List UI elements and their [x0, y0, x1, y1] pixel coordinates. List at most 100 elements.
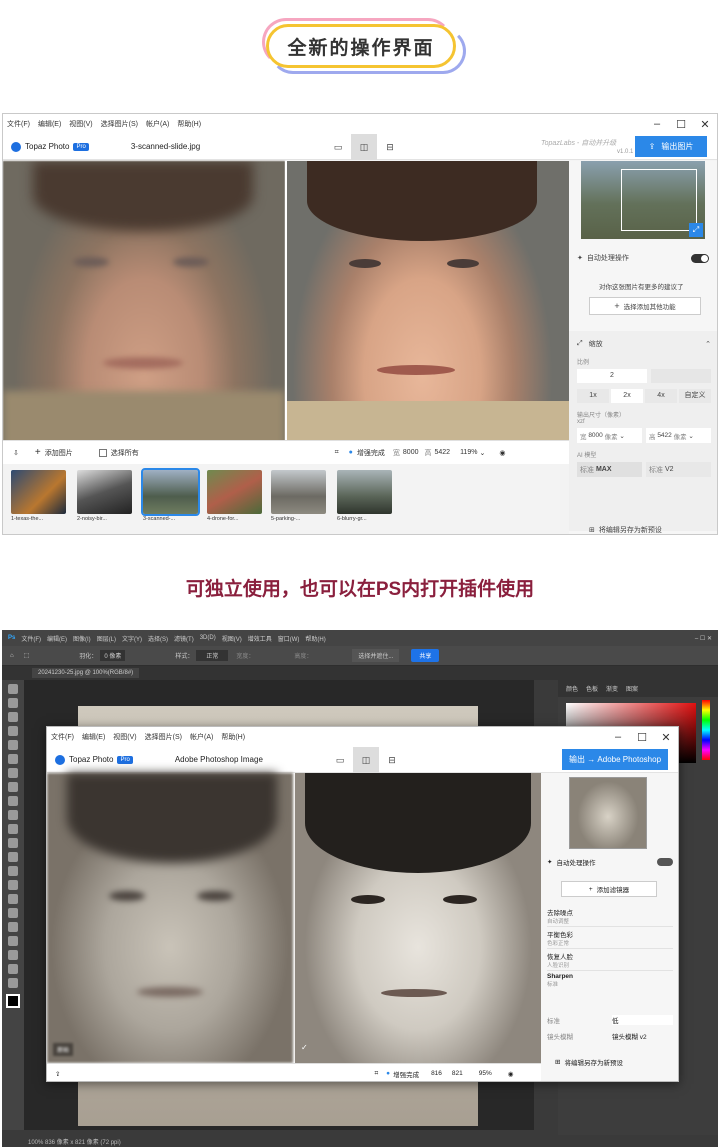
plugin-zoom-level[interactable]: 95%	[479, 1070, 492, 1077]
chevron-down-icon[interactable]: ⌄	[479, 449, 485, 457]
select-all-checkbox[interactable]	[98, 448, 107, 457]
sharpen-mode[interactable]: 低	[612, 1015, 673, 1025]
history-brush-icon[interactable]	[8, 824, 18, 834]
sharpen-model-value[interactable]: 镜头模糊 v2	[612, 1031, 673, 1041]
ps-menu-view[interactable]: 视图(V)	[222, 634, 242, 643]
tab-color[interactable]: 颜色	[566, 684, 578, 693]
ps-menu-edit[interactable]: 编辑(E)	[47, 634, 67, 643]
tab-gradients[interactable]: 渐变	[606, 684, 618, 693]
ps-menu-window[interactable]: 窗口(W)	[278, 634, 300, 643]
lasso-tool-icon[interactable]	[8, 712, 18, 722]
scale-extra[interactable]	[651, 369, 711, 383]
thumbnail-3[interactable]: 3-scanned-...	[141, 468, 200, 528]
model-max[interactable]: 标准 MAX	[577, 462, 642, 477]
shape-tool-icon[interactable]	[8, 936, 18, 946]
wand-tool-icon[interactable]	[8, 726, 18, 736]
pen-tool-icon[interactable]	[8, 894, 18, 904]
eye-icon[interactable]: ◉	[499, 449, 505, 457]
save-preset-button[interactable]: ⊞ 将编辑另存为新预设	[589, 525, 662, 534]
filter-item-face[interactable]: 恢复人脸 人脸识别	[547, 951, 673, 971]
add-icon[interactable]: +	[35, 447, 41, 458]
select-mask-button[interactable]: 选择并遮住...	[352, 649, 400, 662]
collapse-icon[interactable]: ⇩	[13, 449, 19, 457]
menu-file[interactable]: 文件(F)	[7, 119, 30, 129]
hand-tool-icon[interactable]	[8, 950, 18, 960]
ps-menu-plugins[interactable]: 增效工具	[248, 634, 272, 643]
scale-1x[interactable]: 1x	[577, 389, 609, 403]
plugin-menu-file[interactable]: 文件(F)	[51, 732, 74, 742]
ps-menu-select[interactable]: 选择(S)	[148, 634, 168, 643]
eyedropper-tool-icon[interactable]	[8, 768, 18, 778]
close-icon[interactable]: ✕	[654, 731, 678, 744]
color-swatches[interactable]	[6, 994, 20, 1008]
share-icon[interactable]: ⇪	[55, 1070, 60, 1078]
upscale-header[interactable]: ⤢ 缩放 ⌃	[569, 331, 717, 357]
move-tool-icon[interactable]	[8, 684, 18, 694]
add-image-button[interactable]: 添加图片	[45, 448, 73, 458]
crop-tool-icon[interactable]	[8, 740, 18, 750]
ps-menu-type[interactable]: 文字(Y)	[122, 634, 142, 643]
maximize-icon[interactable]: ☐	[669, 118, 693, 131]
side-by-side-view-icon[interactable]: ◫	[351, 134, 377, 160]
auto-process-toggle[interactable]	[691, 253, 709, 263]
ps-menu-file[interactable]: 文件(F)	[21, 634, 41, 643]
frame-icon[interactable]: ⤢	[689, 223, 703, 237]
maximize-icon[interactable]: ☐	[630, 731, 654, 744]
filter-item-sharpen[interactable]: Sharpen 标准	[547, 973, 673, 993]
more-tools-icon[interactable]	[8, 978, 18, 988]
type-tool-icon[interactable]	[8, 908, 18, 918]
zoom-tool-icon[interactable]	[8, 964, 18, 974]
split-view-icon[interactable]: ⊟	[377, 134, 403, 160]
ps-menu-layer[interactable]: 图层(L)	[97, 634, 116, 643]
side-by-side-view-icon[interactable]: ◫	[353, 747, 379, 773]
single-view-icon[interactable]: ▭	[327, 747, 353, 773]
height-field[interactable]: 高 5422 像素 ⌄	[646, 428, 711, 443]
single-view-icon[interactable]: ▭	[325, 134, 351, 160]
feather-input[interactable]: 0 像素	[100, 650, 126, 661]
dodge-tool-icon[interactable]	[8, 880, 18, 890]
export-button[interactable]: ⇪ 输出图片	[635, 136, 707, 157]
scale-4x[interactable]: 4x	[645, 389, 677, 403]
hue-strip[interactable]	[702, 700, 710, 760]
home-icon[interactable]: ⌂	[10, 653, 14, 659]
path-tool-icon[interactable]	[8, 922, 18, 932]
filter-item-denoise[interactable]: 去除噪点 自动调整	[547, 907, 673, 927]
style-select[interactable]: 正常	[196, 650, 229, 661]
tab-swatches[interactable]: 色板	[586, 684, 598, 693]
heal-tool-icon[interactable]	[8, 782, 18, 792]
add-more-button[interactable]: + 选择添加其他功能	[589, 297, 701, 315]
eye-icon[interactable]: ◉	[508, 1070, 514, 1078]
plugin-auto-process-toggle[interactable]	[657, 858, 673, 866]
thumbnail-6[interactable]: 6-blurry-gr...	[337, 470, 392, 528]
width-field[interactable]: 宽 8000 像素 ⌄	[577, 428, 642, 443]
tab-patterns[interactable]: 图案	[626, 684, 638, 693]
minimize-icon[interactable]: –	[645, 118, 669, 131]
ps-window-controls[interactable]: – ☐ ✕	[695, 635, 712, 642]
crop-icon[interactable]: ⌗	[374, 1070, 378, 1078]
filter-item-color[interactable]: 平衡色彩 色彩正常	[547, 929, 673, 949]
plugin-save-preset-button[interactable]: ⊞ 将编辑另存为新预设	[555, 1057, 623, 1067]
stamp-tool-icon[interactable]	[8, 810, 18, 820]
menu-help[interactable]: 帮助(H)	[177, 119, 201, 129]
plugin-export-button[interactable]: 输出 → Adobe Photoshop	[562, 749, 668, 770]
blur-tool-icon[interactable]	[8, 866, 18, 876]
thumbnail-1[interactable]: 1-texas-the...	[11, 470, 66, 528]
menu-edit[interactable]: 编辑(E)	[38, 119, 61, 129]
scale-custom[interactable]: 自定义	[679, 389, 711, 403]
add-filter-button[interactable]: + 添加滤镜器	[561, 881, 657, 897]
ps-menu-image[interactable]: 图像(I)	[73, 634, 91, 643]
ps-menu-filter[interactable]: 滤镜(T)	[174, 634, 194, 643]
zoom-level[interactable]: 119%	[460, 449, 477, 456]
model-v2[interactable]: 标准 V2	[646, 462, 711, 477]
scale-2x[interactable]: 2x	[611, 389, 643, 403]
plugin-menu-select[interactable]: 选择图片(S)	[145, 732, 182, 742]
thumbnail-2[interactable]: 2-noisy-bir...	[77, 470, 132, 528]
scale-input[interactable]: 2	[577, 369, 647, 383]
preview-frame[interactable]	[621, 169, 697, 231]
share-button[interactable]: 共享	[411, 649, 440, 662]
thumbnail-5[interactable]: 5-parking-...	[271, 470, 326, 528]
menu-select-image[interactable]: 选择图片(S)	[101, 119, 138, 129]
crop-icon[interactable]: ⌗	[335, 449, 339, 457]
gradient-tool-icon[interactable]	[8, 852, 18, 862]
ps-menu-help[interactable]: 帮助(H)	[305, 634, 325, 643]
